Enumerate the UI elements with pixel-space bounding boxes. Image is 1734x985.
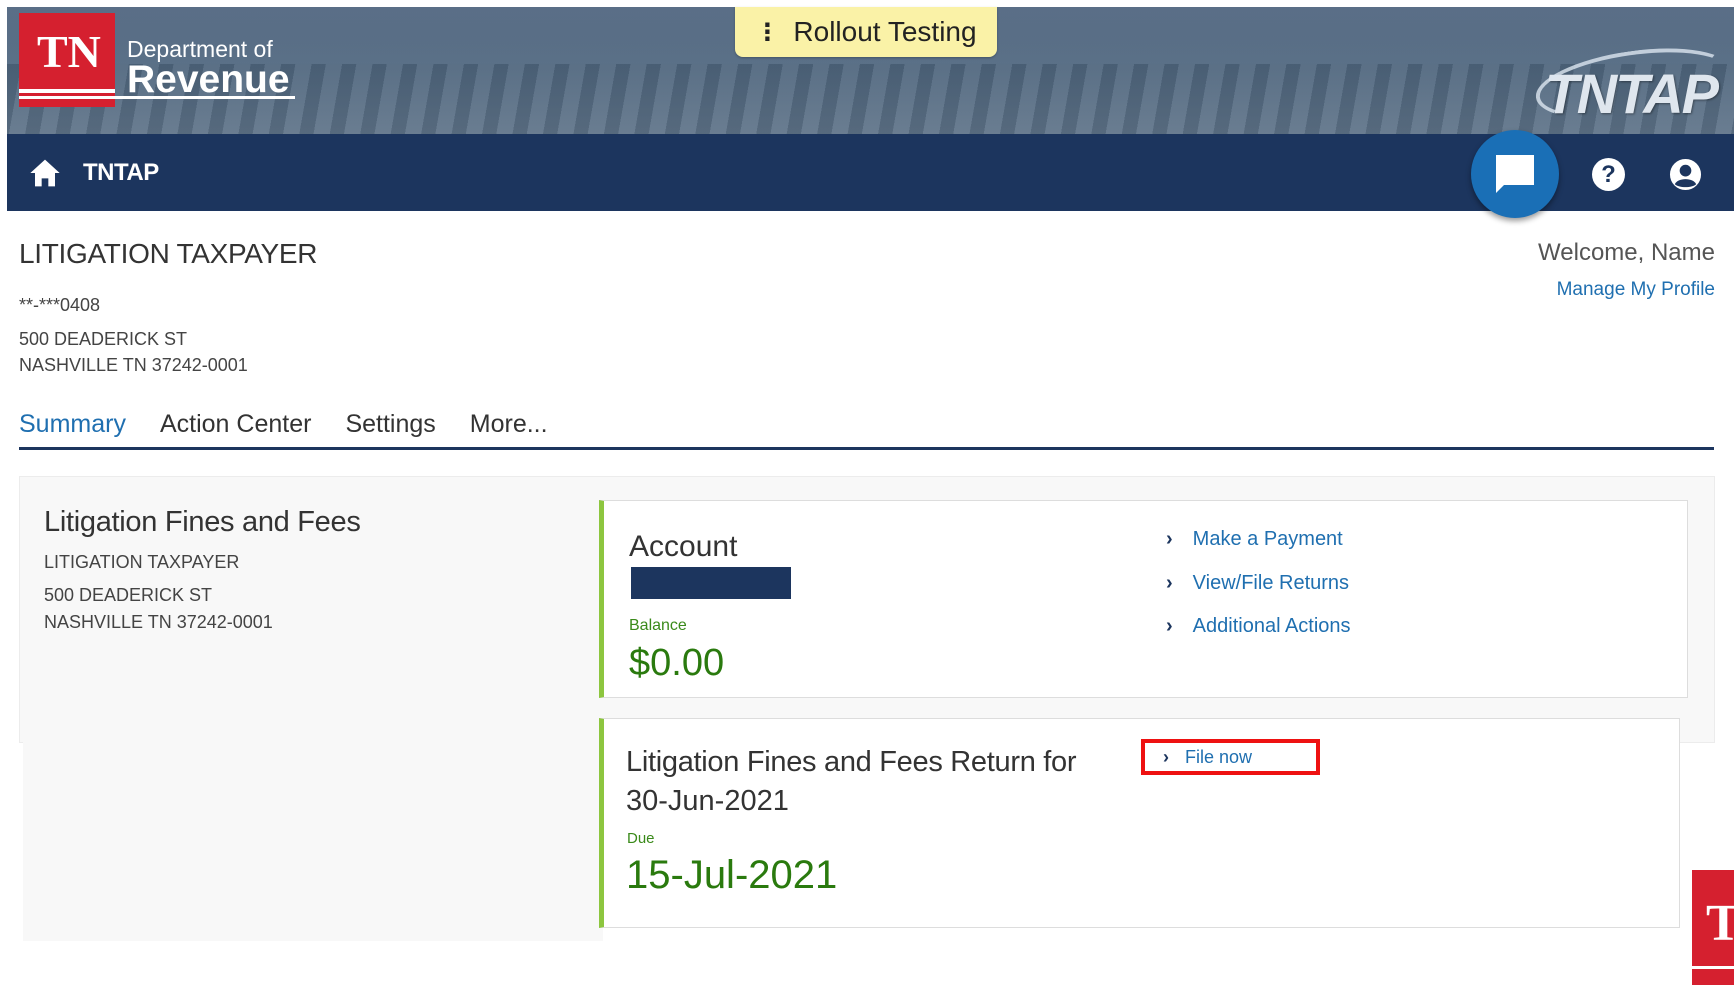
chevron-right-icon: › <box>1163 746 1169 767</box>
make-payment-link[interactable]: › Make a Payment <box>1166 528 1343 551</box>
logo-bar <box>19 89 115 93</box>
balance-label: Balance <box>629 617 687 634</box>
summary-address-line2: NASHVILLE TN 37242-0001 <box>44 612 273 632</box>
balance-value: $0.00 <box>629 642 725 684</box>
tab-summary[interactable]: Summary <box>19 410 126 439</box>
rollout-testing-badge[interactable]: ⋮ Rollout Testing <box>735 7 997 57</box>
file-now-label: File now <box>1185 746 1253 767</box>
file-now-link[interactable]: › File now <box>1141 739 1320 775</box>
logo-underline <box>19 96 295 99</box>
account-number-redacted <box>631 567 791 599</box>
home-label: TNTAP <box>83 159 159 186</box>
logo-abbrev: TN <box>37 26 101 77</box>
summary-address-line1: 500 DEADERICK ST <box>44 585 213 605</box>
view-file-returns-label: View/File Returns <box>1192 572 1350 594</box>
chat-button[interactable] <box>1471 130 1559 218</box>
make-payment-label: Make a Payment <box>1192 528 1343 550</box>
help-icon[interactable]: ? <box>1592 158 1625 191</box>
tn-logo-mark: TN <box>19 13 295 107</box>
chat-icon <box>1496 155 1534 193</box>
corner-logo-bar <box>1692 966 1734 969</box>
chevron-right-icon: › <box>1166 615 1173 637</box>
taxpayer-address-line1: 500 DEADERICK ST <box>19 329 188 349</box>
corner-logo-abbrev: TN <box>1706 895 1734 952</box>
taxpayer-id: **-***0408 <box>19 295 101 315</box>
department-logo[interactable]: TN Department of Revenue <box>19 13 295 107</box>
rollout-label: Rollout Testing <box>793 16 977 47</box>
additional-actions-label: Additional Actions <box>1192 615 1351 637</box>
due-date: 15-Jul-2021 <box>626 853 838 897</box>
tab-bar: Summary Action Center Settings More... <box>19 410 582 439</box>
logo-line2: Revenue <box>127 58 290 101</box>
home-link[interactable]: TNTAP <box>29 158 159 188</box>
tab-underline <box>19 447 1714 450</box>
manage-profile-link[interactable]: Manage My Profile <box>1557 279 1715 301</box>
home-icon <box>30 159 60 187</box>
account-card <box>599 500 1688 698</box>
chevron-right-icon: › <box>1166 528 1173 550</box>
tab-action-center[interactable]: Action Center <box>160 410 311 439</box>
return-period: 30-Jun-2021 <box>626 785 789 817</box>
chevron-right-icon: › <box>1166 572 1173 594</box>
kebab-icon: ⋮ <box>755 18 779 46</box>
additional-actions-link[interactable]: › Additional Actions <box>1166 615 1351 638</box>
due-label: Due <box>627 830 655 847</box>
view-file-returns-link[interactable]: › View/File Returns <box>1166 572 1349 595</box>
taxpayer-name: LITIGATION TAXPAYER <box>19 238 318 269</box>
corner-tn-logo: TN <box>1692 870 1734 985</box>
tab-more[interactable]: More... <box>470 410 548 439</box>
tntap-brand-logo: TNTAP <box>1544 62 1719 125</box>
summary-taxpayer-name: LITIGATION TAXPAYER <box>44 552 240 572</box>
welcome-text: Welcome, Name <box>1538 239 1715 266</box>
summary-panel-lower <box>23 741 603 941</box>
account-title: Account <box>629 530 738 563</box>
tab-settings[interactable]: Settings <box>345 410 435 439</box>
taxpayer-address-line2: NASHVILLE TN 37242-0001 <box>19 355 248 375</box>
account-type-title: Litigation Fines and Fees <box>44 506 361 538</box>
return-title-line1: Litigation Fines and Fees Return for <box>626 746 1077 778</box>
user-icon[interactable] <box>1669 158 1702 191</box>
